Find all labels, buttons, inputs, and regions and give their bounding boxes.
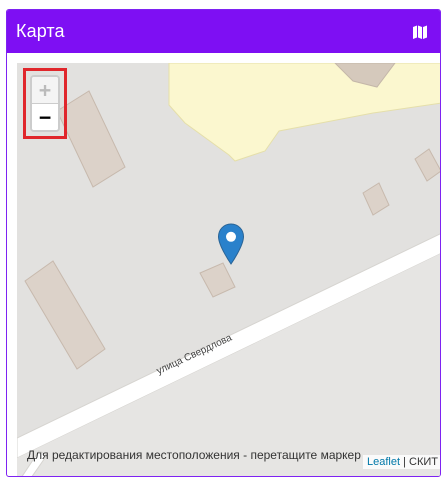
panel-title: Карта: [16, 21, 65, 41]
panel-header: Карта: [7, 10, 440, 53]
drag-marker-hint: Для редактирования местоположения - пере…: [27, 448, 361, 462]
map-marker-icon[interactable]: [217, 223, 245, 265]
map-attribution: Leaflet | СКИТ: [363, 455, 440, 469]
attribution-separator: |: [400, 456, 410, 468]
map-canvas[interactable]: улица Свердлова + − Для редактирования м…: [17, 63, 440, 476]
attribution-provider: СКИТ: [409, 456, 438, 468]
map-icon: [412, 24, 428, 40]
map-tiles: [17, 63, 440, 476]
zoom-highlight: + −: [23, 68, 67, 139]
map-panel: Карта улица Свердлова + − Для редактиров…: [6, 9, 441, 477]
zoom-out-button[interactable]: −: [32, 104, 58, 130]
leaflet-link[interactable]: Leaflet: [367, 456, 400, 468]
zoom-in-button[interactable]: +: [32, 77, 58, 103]
zoom-control: + −: [30, 75, 60, 132]
